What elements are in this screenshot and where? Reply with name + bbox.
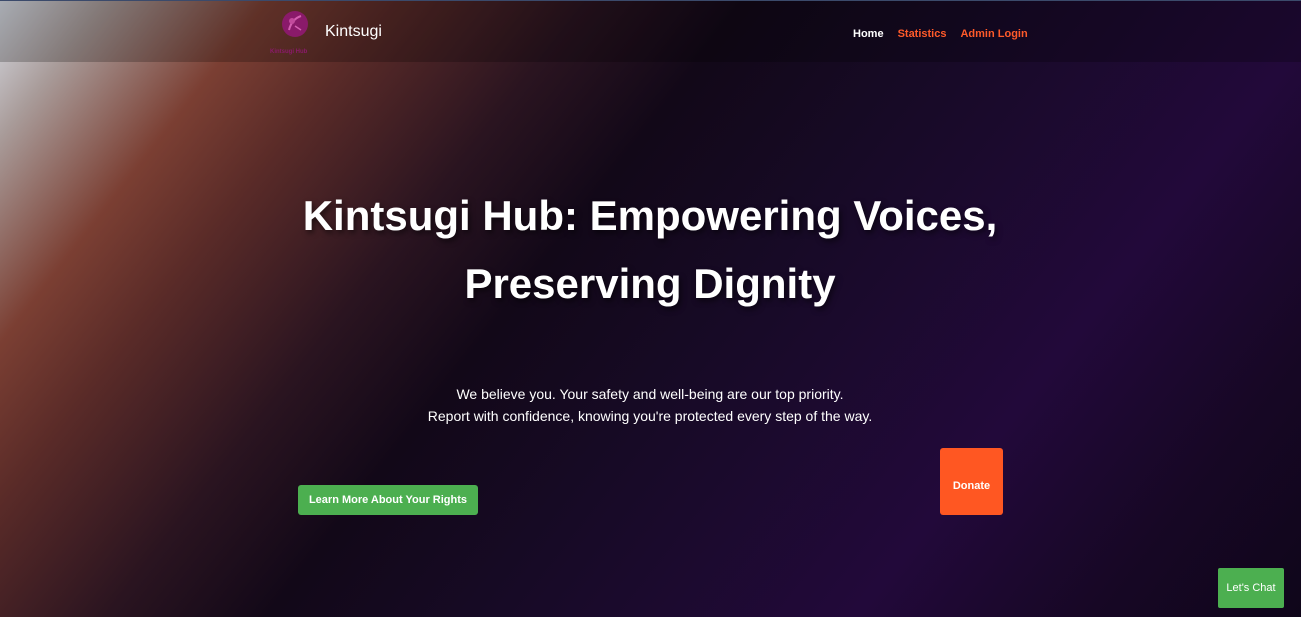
main-nav: Home Statistics Admin Login [853,28,1028,40]
logo-caption: Kintsugi Hub [270,49,308,55]
logo[interactable]: Kintsugi Hub [270,9,324,57]
hero-title: Kintsugi Hub: Empowering Voices, Preserv… [250,182,1050,318]
donate-button[interactable]: Donate [940,448,1003,515]
hero-subtitle-line-1: We believe you. Your safety and well-bei… [456,386,844,402]
nav-statistics[interactable]: Statistics [898,28,947,40]
hero-subtitle: We believe you. Your safety and well-bei… [350,383,950,427]
page: Kintsugi Hub Kintsugi Home Statistics Ad… [0,0,1301,617]
hero-title-line-1: Kintsugi Hub: Empowering Voices, [302,192,998,239]
hero-subtitle-line-2: Report with confidence, knowing you're p… [427,408,873,424]
site-header: Kintsugi Hub Kintsugi Home Statistics Ad… [0,0,1301,62]
learn-rights-button[interactable]: Learn More About Your Rights [298,485,478,515]
lets-chat-button[interactable]: Let's Chat [1218,568,1284,608]
logo-icon [282,11,308,37]
nav-admin-login[interactable]: Admin Login [960,28,1027,40]
brand-name[interactable]: Kintsugi [325,23,382,41]
nav-home[interactable]: Home [853,28,884,40]
hero-title-line-2: Preserving Dignity [464,260,836,307]
